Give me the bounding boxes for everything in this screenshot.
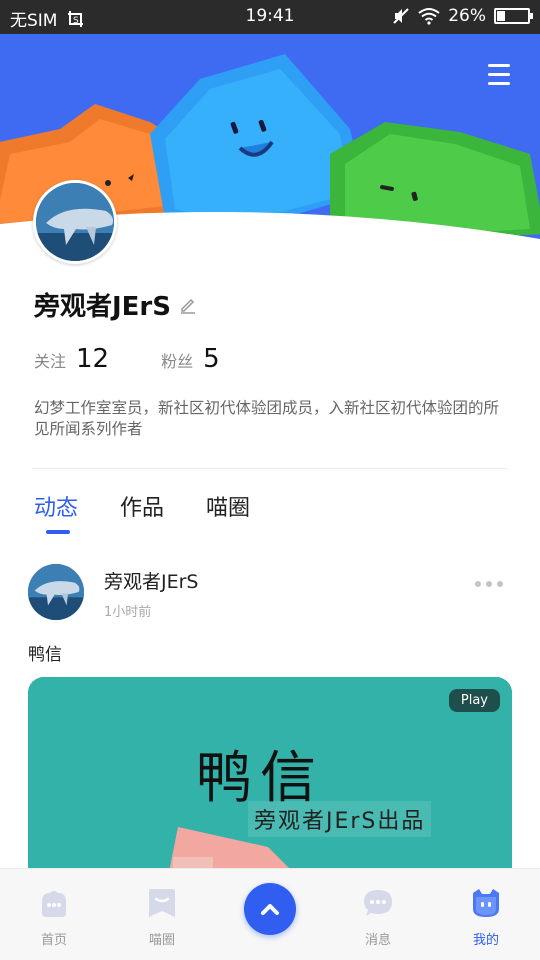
nav-profile-label: 我的 [472, 933, 499, 948]
nav-messages-label: 消息 [364, 933, 391, 948]
mute-icon [393, 8, 409, 24]
post-timestamp: 1小时前 [104, 605, 152, 620]
nav-profile[interactable]: 我的 [451, 887, 521, 948]
post-author-name[interactable]: 旁观者JErS [104, 567, 198, 594]
wifi-icon [418, 8, 440, 25]
bottom-nav: 首页 喵圈 消息 我的 [0, 868, 540, 960]
profile-bio: 幻梦工作室室员，新社区初代体验团成员，入新社区初代体验团的所见所闻系列作者 [34, 399, 500, 438]
edit-icon[interactable] [179, 296, 197, 314]
status-bar: 无SIM S 19:41 26% [0, 0, 540, 34]
nav-messages[interactable]: 消息 [343, 887, 413, 948]
profile-tabs: 动态 作品 喵圈 [34, 490, 250, 534]
post-text: 鸭信 [28, 645, 62, 665]
profile-name: 旁观者JErS [34, 292, 171, 322]
create-button[interactable] [244, 883, 296, 935]
more-icon[interactable] [474, 580, 504, 588]
followers-label: 粉丝 [161, 352, 194, 371]
profile-icon [473, 889, 499, 917]
battery-icon [494, 8, 533, 24]
followers-count: 5 [203, 344, 220, 374]
tab-circle[interactable]: 喵圈 [206, 490, 250, 522]
profile-avatar[interactable] [33, 180, 117, 264]
home-icon [42, 891, 66, 917]
following-count: 12 [76, 344, 110, 374]
shark-avatar-image [28, 564, 84, 620]
battery-percent: 26% [448, 6, 486, 26]
create-icon [261, 904, 279, 915]
tab-activity[interactable]: 动态 [34, 490, 78, 534]
nav-home[interactable]: 首页 [19, 887, 89, 948]
media-subtitle: 旁观者JErS出品 [248, 801, 432, 837]
menu-button[interactable] [488, 64, 512, 86]
nav-home-label: 首页 [40, 933, 67, 948]
shark-avatar-image [36, 183, 114, 261]
play-badge[interactable]: Play [448, 689, 500, 712]
nav-circle-label: 喵圈 [148, 933, 175, 948]
divider [32, 468, 508, 469]
nav-circle[interactable]: 喵圈 [127, 887, 197, 948]
profile-stats: 关注 12 粉丝 5 [34, 344, 220, 374]
followers-stat[interactable]: 粉丝 5 [161, 344, 220, 374]
profile-name-row: 旁观者JErS [34, 286, 197, 323]
tab-works[interactable]: 作品 [120, 490, 164, 522]
following-label: 关注 [34, 352, 67, 371]
following-stat[interactable]: 关注 12 [34, 344, 109, 374]
post-author-avatar[interactable] [28, 564, 84, 620]
circle-icon [149, 889, 175, 917]
post-media-card[interactable]: Play 鸭信 旁观者JErS出品 [28, 677, 512, 877]
message-icon [364, 890, 392, 916]
